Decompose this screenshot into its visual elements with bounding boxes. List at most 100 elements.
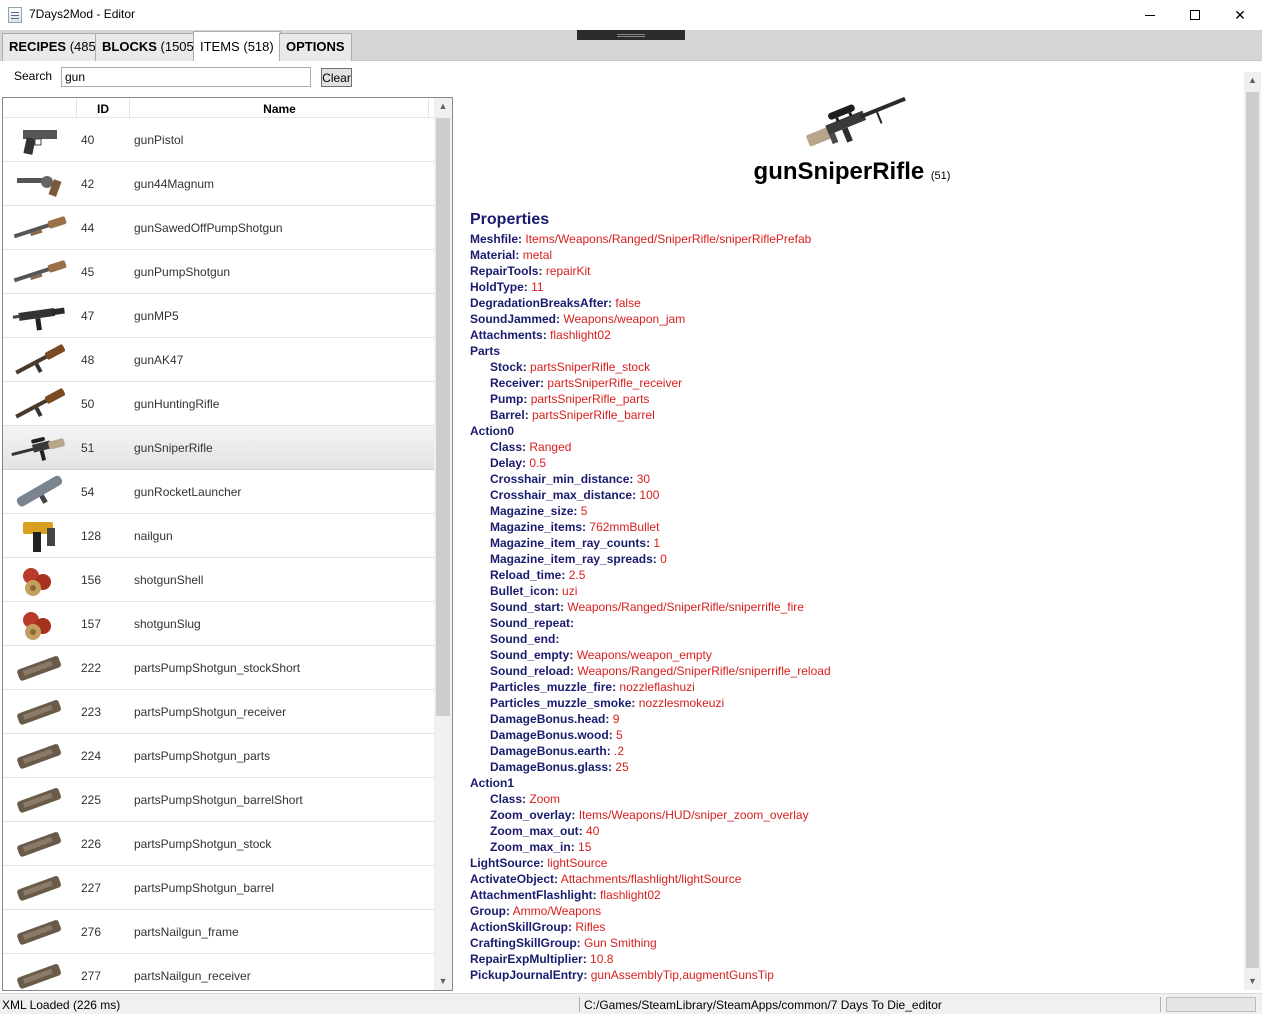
row-id: 277 xyxy=(81,969,102,983)
property-row: Magazine_item_ray_spreads: 0 xyxy=(490,552,667,566)
list-row[interactable]: 156 shotgunShell xyxy=(3,558,434,602)
row-name: gunPumpShotgun xyxy=(134,265,231,279)
tab-options[interactable]: OPTIONS xyxy=(279,33,352,61)
row-id: 223 xyxy=(81,705,102,719)
property-key: DamageBonus.glass xyxy=(490,760,609,774)
property-key: PickupJournalEntry xyxy=(470,968,584,982)
list-header: ID Name xyxy=(3,98,435,118)
row-name: partsNailgun_receiver xyxy=(134,969,251,983)
search-input[interactable] xyxy=(61,67,311,87)
list-row[interactable]: 223 partsPumpShotgun_receiver xyxy=(3,690,434,734)
row-id: 54 xyxy=(81,485,95,499)
scrollbar-thumb[interactable] xyxy=(436,118,450,716)
property-value: 0 xyxy=(660,552,667,566)
part-icon xyxy=(17,656,61,681)
clear-button[interactable]: Clear xyxy=(321,68,352,87)
property-key: Sound_start xyxy=(490,600,561,614)
row-id: 156 xyxy=(81,573,102,587)
scrollbar-thumb[interactable] xyxy=(1246,92,1259,968)
list-row[interactable]: 50 gunHuntingRifle xyxy=(3,382,434,426)
scroll-down-icon[interactable]: ▼ xyxy=(1244,973,1261,990)
row-id: 128 xyxy=(81,529,102,543)
row-name: gunPistol xyxy=(134,133,184,147)
property-key: DegradationBreaksAfter xyxy=(470,296,609,310)
list-scrollbar[interactable]: ▲ ▼ xyxy=(434,98,452,990)
column-header-id[interactable]: ID xyxy=(76,98,130,118)
row-name: partsNailgun_frame xyxy=(134,925,239,939)
list-row[interactable]: 225 partsPumpShotgun_barrelShort xyxy=(3,778,434,822)
property-value: 2.5 xyxy=(568,568,586,582)
list-row[interactable]: 48 gunAK47 xyxy=(3,338,434,382)
shotgun-icon xyxy=(13,260,67,283)
list-row[interactable]: 157 shotgunSlug xyxy=(3,602,434,646)
property-key: Particles_muzzle_smoke xyxy=(490,696,632,710)
property-row: Pump: partsSniperRifle_parts xyxy=(490,392,650,406)
property-row: Particles_muzzle_smoke: nozzlesmokeuzi xyxy=(490,696,725,710)
list-row[interactable]: 47 gunMP5 xyxy=(3,294,434,338)
maximize-button[interactable] xyxy=(1172,0,1218,30)
property-row: Crosshair_min_distance: 30 xyxy=(490,472,651,486)
list-row[interactable]: 40 gunPistol xyxy=(3,118,434,162)
property-value: 10.8 xyxy=(590,952,614,966)
tab-items[interactable]: ITEMS (518) xyxy=(193,31,281,61)
tab-blocks[interactable]: BLOCKS (1505) xyxy=(95,33,206,61)
items-list[interactable]: ID Name 40 gunPistol 42 gun44Magnum 44 gunSaw… xyxy=(2,97,453,991)
property-value: nozzlesmokeuzi xyxy=(638,696,725,710)
property-row: DamageBonus.earth: .2 xyxy=(490,744,625,758)
property-row: Material: metal xyxy=(470,248,553,262)
row-id: 226 xyxy=(81,837,102,851)
status-divider xyxy=(1160,997,1161,1012)
row-name: partsPumpShotgun_stockShort xyxy=(134,661,301,675)
close-button[interactable]: ✕ xyxy=(1217,0,1262,30)
scroll-down-icon[interactable]: ▼ xyxy=(434,973,452,990)
status-bar: XML Loaded (226 ms) C:/Games/SteamLibrar… xyxy=(0,993,1262,1014)
list-row[interactable]: 128 nailgun xyxy=(3,514,434,558)
part-icon xyxy=(17,700,61,725)
splitter-handle[interactable] xyxy=(577,30,685,40)
row-id: 225 xyxy=(81,793,102,807)
app-icon xyxy=(8,7,22,23)
row-id: 224 xyxy=(81,749,102,763)
row-id: 157 xyxy=(81,617,102,631)
list-row[interactable]: 227 partsPumpShotgun_barrel xyxy=(3,866,434,910)
list-row[interactable]: 44 gunSawedOffPumpShotgun xyxy=(3,206,434,250)
part-icon xyxy=(17,920,61,945)
property-row: Receiver: partsSniperRifle_receiver xyxy=(490,376,683,390)
property-row: LightSource: lightSource xyxy=(470,856,608,870)
property-row: DamageBonus.glass: 25 xyxy=(490,760,629,774)
property-value: 25 xyxy=(615,760,629,774)
list-row[interactable]: 226 partsPumpShotgun_stock xyxy=(3,822,434,866)
minimize-button[interactable] xyxy=(1127,0,1173,30)
property-value: flashlight02 xyxy=(600,888,661,902)
list-row[interactable]: 42 gun44Magnum xyxy=(3,162,434,206)
row-name: shotgunShell xyxy=(134,573,204,587)
property-key: DamageBonus.earth xyxy=(490,744,607,758)
property-row: Class: Zoom xyxy=(490,792,561,806)
title-bar: 7Days2Mod - Editor ✕ xyxy=(0,0,1262,30)
list-row[interactable]: 54 gunRocketLauncher xyxy=(3,470,434,514)
tab-recipes[interactable]: RECIPES (485) xyxy=(2,33,108,61)
scroll-up-icon[interactable]: ▲ xyxy=(1244,72,1261,89)
list-row[interactable]: 276 partsNailgun_frame xyxy=(3,910,434,954)
column-header-name[interactable]: Name xyxy=(131,98,429,118)
property-row: Group: Ammo/Weapons xyxy=(470,904,602,918)
list-row[interactable]: 277 partsNailgun_receiver xyxy=(3,954,434,990)
property-value: .2 xyxy=(614,744,625,758)
list-row[interactable]: 224 partsPumpShotgun_parts xyxy=(3,734,434,778)
scroll-up-icon[interactable]: ▲ xyxy=(434,98,452,115)
list-row[interactable]: 51 gunSniperRifle xyxy=(3,426,434,470)
property-value: Ammo/Weapons xyxy=(512,904,602,918)
row-id: 42 xyxy=(81,177,95,191)
list-row[interactable]: 222 partsPumpShotgun_stockShort xyxy=(3,646,434,690)
property-key: Magazine_item_ray_spreads xyxy=(490,552,653,566)
detail-scrollbar[interactable]: ▲ ▼ xyxy=(1244,72,1261,990)
property-key: ActionSkillGroup xyxy=(470,920,569,934)
property-row: Action1 xyxy=(470,775,831,791)
shell-icon xyxy=(23,612,51,640)
row-id: 227 xyxy=(81,881,102,895)
properties-list: Meshfile: Items/Weapons/Ranged/SniperRif… xyxy=(470,231,831,983)
property-key: Sound_reload xyxy=(490,664,571,678)
list-row[interactable]: 45 gunPumpShotgun xyxy=(3,250,434,294)
property-row: Particles_muzzle_fire: nozzleflashuzi xyxy=(490,680,695,694)
row-name: partsPumpShotgun_parts xyxy=(134,749,271,763)
